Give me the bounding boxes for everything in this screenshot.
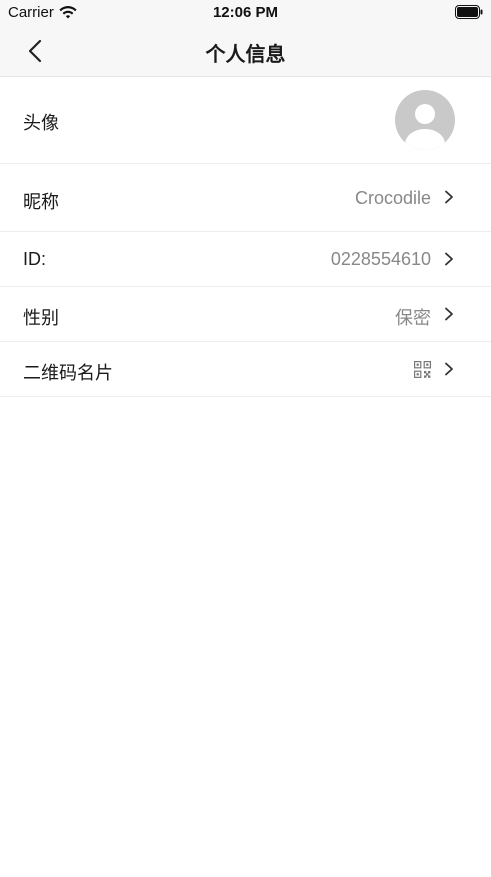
qrcode-row[interactable]: 二维码名片	[0, 342, 491, 397]
page-title: 个人信息	[205, 44, 286, 66]
chevron-right-icon	[445, 362, 453, 376]
qr-code-icon	[414, 361, 431, 378]
gender-value: 保密	[395, 308, 431, 328]
id-value: 0228554610	[330, 249, 431, 269]
chevron-right-icon	[445, 190, 453, 204]
battery-icon	[455, 5, 483, 19]
navigation-bar: 个人信息	[0, 26, 491, 77]
chevron-right-icon	[445, 307, 453, 321]
status-bar: Carrier 12:06 PM	[0, 0, 491, 26]
clock: 12:06 PM	[212, 4, 279, 21]
profile-settings-list: 头像 昵称 Crocodile ID: 0228554610 性别 保密 二维码…	[0, 77, 491, 397]
nickname-label: 昵称	[23, 192, 59, 212]
avatar-label: 头像	[23, 113, 59, 133]
avatar-placeholder-icon[interactable]	[395, 90, 455, 150]
nickname-value: Crocodile	[354, 188, 431, 208]
qrcode-label: 二维码名片	[23, 363, 113, 383]
gender-label: 性别	[23, 308, 59, 328]
chevron-right-icon	[445, 252, 453, 266]
nickname-row[interactable]: 昵称 Crocodile	[0, 164, 491, 232]
id-label: ID:	[23, 249, 47, 269]
id-row[interactable]: ID: 0228554610	[0, 232, 491, 287]
avatar-row[interactable]: 头像	[0, 77, 491, 164]
gender-row[interactable]: 性别 保密	[0, 287, 491, 342]
